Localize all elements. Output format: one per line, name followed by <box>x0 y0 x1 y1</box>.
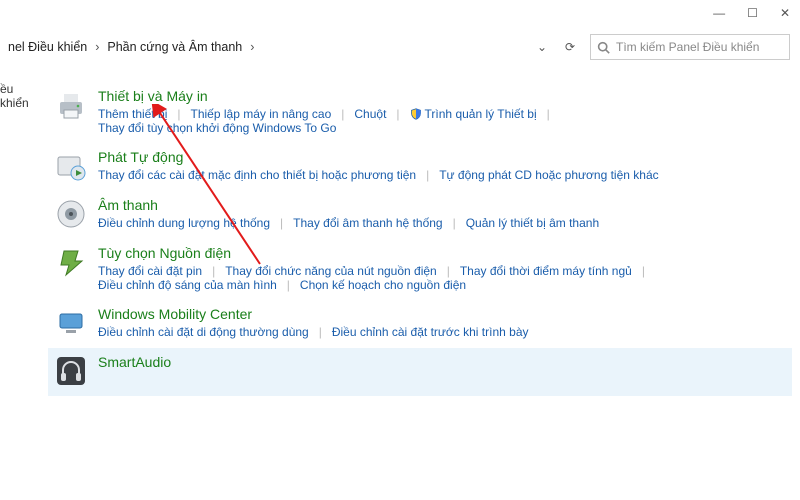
task-link-label: Thiếp lập máy in nâng cao <box>191 107 332 121</box>
link-separator: | <box>453 216 466 230</box>
category-row: Phát Tự động Thay đổi các cài đặt mặc địn… <box>48 143 792 191</box>
task-link-label: Điều chỉnh cài đặt di động thường dùng <box>98 325 309 339</box>
task-link[interactable]: Chọn kế hoạch cho nguồn điện <box>300 278 476 292</box>
category-title[interactable]: Windows Mobility Center <box>98 306 786 322</box>
category-row: Windows Mobility Center Điều chỉnh cài đặ… <box>48 300 792 348</box>
category-title[interactable]: Thiết bị và Máy in <box>98 88 786 104</box>
task-link-label: Quản lý thiết bị âm thanh <box>466 216 599 230</box>
task-link[interactable]: Điều chỉnh dung lượng hệ thống <box>98 216 280 230</box>
category-row: Tùy chọn Nguồn điện Thay đổi cài đặt pin |… <box>48 239 792 300</box>
link-separator: | <box>396 107 409 121</box>
task-link[interactable]: Điều chỉnh cài đặt trước khi trình bày <box>332 325 539 339</box>
link-separator: | <box>212 264 225 278</box>
task-link-label: Thay đổi thời điểm máy tính ngủ <box>460 264 632 278</box>
task-link-label: Thay đổi tùy chọn khởi động Windows To G… <box>98 121 336 135</box>
window-controls: — ☐ ✕ <box>713 6 790 20</box>
task-link[interactable]: Thay đổi các cài đặt mặc định cho thiết … <box>98 168 426 182</box>
category-row: SmartAudio <box>48 348 792 396</box>
link-separator: | <box>287 278 300 292</box>
speaker-icon <box>54 197 88 231</box>
category-icon <box>54 306 88 340</box>
breadcrumb-item[interactable]: nel Điều khiển <box>8 40 87 54</box>
close-button[interactable]: ✕ <box>780 6 790 20</box>
task-link[interactable]: Thay đổi âm thanh hệ thống <box>293 216 452 230</box>
category-links: Thay đổi các cài đặt mặc định cho thiết … <box>98 168 786 182</box>
task-link[interactable]: Thêm thiết bị <box>98 107 177 121</box>
task-link[interactable]: Điều chỉnh cài đặt di động thường dùng <box>98 325 319 339</box>
breadcrumb[interactable]: nel Điều khiển › Phần cứng và Âm thanh › <box>8 40 254 54</box>
address-bar: nel Điều khiển › Phần cứng và Âm thanh ›… <box>0 30 790 64</box>
category-title[interactable]: Tùy chọn Nguồn điện <box>98 245 786 261</box>
task-link[interactable]: Thay đổi thời điểm máy tính ngủ <box>460 264 642 278</box>
task-link[interactable]: Thiếp lập máy in nâng cao <box>191 107 342 121</box>
task-link-label: Thay đổi chức năng của nút nguồn điện <box>225 264 437 278</box>
category-icon <box>54 149 88 183</box>
category-row: Thiết bị và Máy inThêm thiết bị|Thiếp lậ… <box>48 82 792 143</box>
mobility-center-icon <box>54 306 88 340</box>
task-link-label: Điều chỉnh độ sáng của màn hình <box>98 278 277 292</box>
task-link[interactable]: Điều chỉnh độ sáng của màn hình <box>98 278 287 292</box>
category-row: Âm thanhĐiều chỉnh dung lượng hệ thống|T… <box>48 191 792 239</box>
uac-shield-icon <box>410 108 422 120</box>
task-link[interactable]: Quản lý thiết bị âm thanh <box>466 216 609 230</box>
printer-icon <box>54 88 88 122</box>
category-title[interactable]: SmartAudio <box>98 354 786 370</box>
link-separator: | <box>426 168 439 182</box>
category-title[interactable]: Âm thanh <box>98 197 786 213</box>
search-icon <box>597 41 610 54</box>
history-dropdown-button[interactable]: ⌄ <box>528 33 556 61</box>
task-link-label: Thay đổi cài đặt pin <box>98 264 202 278</box>
breadcrumb-separator-icon: › <box>95 40 99 54</box>
category-icon <box>54 354 88 388</box>
link-separator: | <box>447 264 460 278</box>
task-link[interactable]: Thay đổi tùy chọn khởi động Windows To G… <box>98 121 346 135</box>
category-links: Điều chỉnh cài đặt di động thường dùng |Đ… <box>98 325 786 339</box>
task-link-label: Trình quản lý Thiết bị <box>425 107 537 121</box>
category-links: Điều chỉnh dung lượng hệ thống|Thay đổi … <box>98 216 786 230</box>
category-links: Thêm thiết bị|Thiếp lập máy in nâng cao|… <box>98 107 786 135</box>
maximize-button[interactable]: ☐ <box>747 6 758 20</box>
link-separator: | <box>280 216 293 230</box>
category-links: Thay đổi cài đặt pin|Thay đổi chức năng … <box>98 264 786 292</box>
category-icon <box>54 245 88 279</box>
task-link-label: Thay đổi các cài đặt mặc định cho thiết … <box>98 168 416 182</box>
task-link-label: Thêm thiết bị <box>98 107 167 121</box>
search-placeholder: Tìm kiếm Panel Điều khiển <box>616 40 759 54</box>
link-separator: | <box>547 107 560 121</box>
task-link[interactable]: Trình quản lý Thiết bị <box>410 107 547 121</box>
link-separator: | <box>319 325 332 339</box>
power-icon <box>54 245 88 279</box>
sidebar-home-link[interactable]: ều khiển <box>0 82 40 110</box>
breadcrumb-item[interactable]: Phần cứng và Âm thanh <box>107 40 242 54</box>
minimize-button[interactable]: — <box>713 6 725 20</box>
category-title[interactable]: Phát Tự động <box>98 149 786 165</box>
link-separator: | <box>177 107 190 121</box>
search-input[interactable]: Tìm kiếm Panel Điều khiển <box>590 34 790 60</box>
link-separator: | <box>341 107 354 121</box>
refresh-button[interactable]: ⟳ <box>556 33 584 61</box>
breadcrumb-separator-icon: › <box>250 40 254 54</box>
link-separator: | <box>642 264 655 278</box>
task-link[interactable]: Chuột <box>354 107 396 121</box>
category-icon <box>54 197 88 231</box>
category-list: Thiết bị và Máy inThêm thiết bị|Thiếp lậ… <box>48 82 792 492</box>
task-link-label: Chuột <box>354 107 386 121</box>
category-icon <box>54 88 88 122</box>
task-link-label: Điều chỉnh cài đặt trước khi trình bày <box>332 325 529 339</box>
task-link-label: Tự động phát CD hoặc phương tiện khác <box>439 168 658 182</box>
task-link[interactable]: Thay đổi cài đặt pin <box>98 264 212 278</box>
autoplay-icon <box>54 149 88 183</box>
task-link-label: Chọn kế hoạch cho nguồn điện <box>300 278 466 292</box>
task-link[interactable]: Tự động phát CD hoặc phương tiện khác <box>439 168 668 182</box>
headphones-icon <box>54 354 88 388</box>
task-link[interactable]: Thay đổi chức năng của nút nguồn điện <box>225 264 447 278</box>
task-link-label: Thay đổi âm thanh hệ thống <box>293 216 442 230</box>
task-link-label: Điều chỉnh dung lượng hệ thống <box>98 216 270 230</box>
